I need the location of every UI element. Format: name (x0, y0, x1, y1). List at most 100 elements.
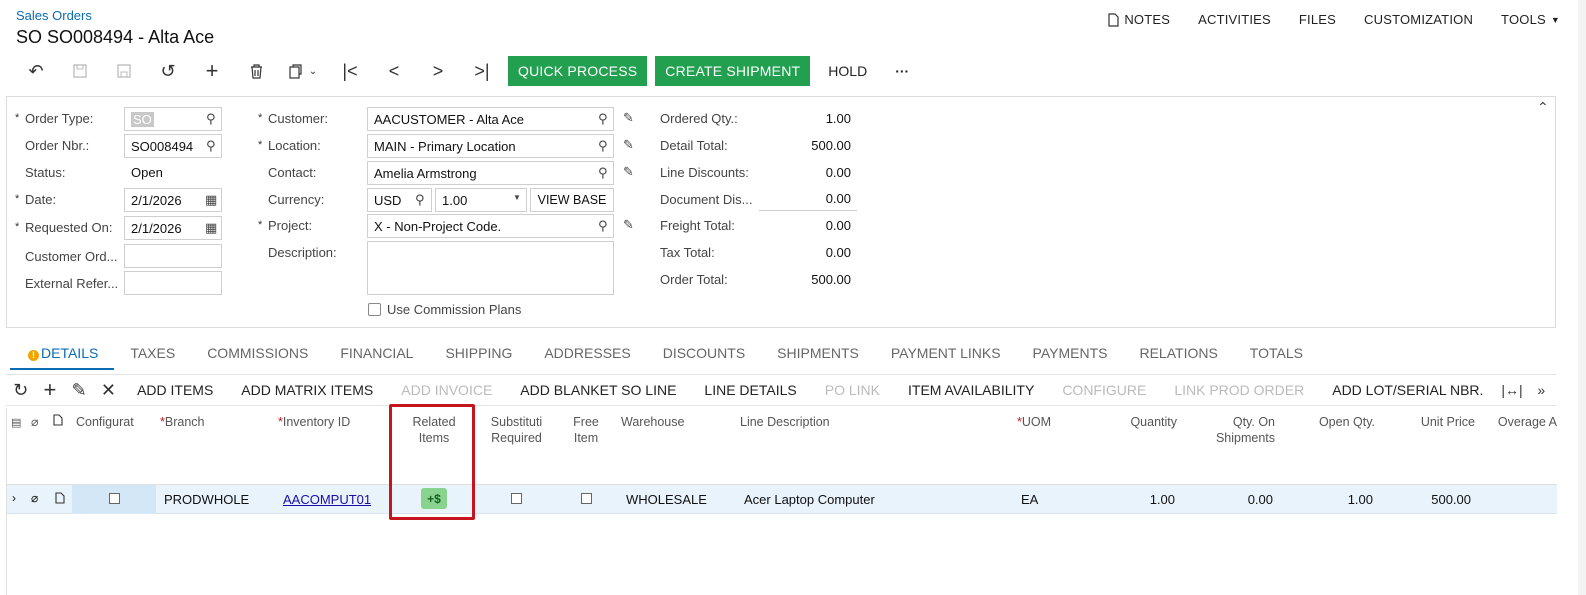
grid-toolbar: ↻ + ✎ ✕ ADD ITEMS ADD MATRIX ITEMS ADD I… (6, 374, 1556, 406)
substitution-required-checkbox[interactable] (511, 493, 522, 504)
add-icon[interactable]: + (190, 56, 234, 86)
warehouse-header[interactable]: Warehouse (617, 408, 736, 485)
add-lot-serial-button[interactable]: ADD LOT/SERIAL NBR. (1318, 382, 1497, 398)
tab-details[interactable]: ! DETAILS (10, 340, 115, 370)
calendar-icon[interactable]: ▦ (205, 220, 217, 236)
tools-menu[interactable]: TOOLS ▼ (1501, 12, 1560, 27)
project-field[interactable]: X - Non-Project Code. (367, 214, 614, 238)
fit-columns-icon[interactable]: |↔| (1497, 382, 1526, 398)
paperclip-icon[interactable]: ⌀ (31, 491, 38, 505)
tab-addresses[interactable]: ADDRESSES (528, 340, 646, 370)
edit-icon[interactable]: ✎ (623, 110, 634, 126)
uom-header[interactable]: *UOM (1013, 408, 1084, 485)
location-field[interactable]: MAIN - Primary Location (367, 134, 614, 158)
search-icon[interactable]: ⚲ (598, 165, 608, 181)
save-icon[interactable] (102, 56, 146, 86)
overage-header[interactable]: Overage A (1481, 408, 1557, 485)
grid-settings-icon[interactable]: ▤ (11, 417, 21, 429)
edit-icon[interactable]: ✎ (623, 217, 634, 233)
collapse-icon[interactable]: ⌃ (1537, 99, 1549, 116)
po-link-button[interactable]: PO LINK (811, 382, 894, 398)
item-availability-button[interactable]: ITEM AVAILABILITY (894, 382, 1048, 398)
use-commission-checkbox[interactable] (368, 303, 381, 316)
summary-panel: ⌃ * Order Type: SO ⚲ Order Nbr.: SO00849… (6, 96, 1556, 328)
tab-shipments[interactable]: SHIPMENTS (761, 340, 875, 370)
add-blanket-so-line-button[interactable]: ADD BLANKET SO LINE (506, 382, 690, 398)
hold-button[interactable]: HOLD (814, 56, 881, 86)
inventory-id-link[interactable]: AACOMPUT01 (283, 492, 371, 507)
configure-button[interactable]: CONFIGURE (1048, 382, 1160, 398)
tab-totals[interactable]: TOTALS (1234, 340, 1319, 370)
search-icon[interactable]: ⚲ (598, 138, 608, 154)
quick-process-button[interactable]: QUICK PROCESS (508, 56, 648, 86)
more-button[interactable]: ··· (881, 56, 923, 86)
search-icon[interactable]: ⚲ (598, 218, 608, 234)
tab-commissions[interactable]: COMMISSIONS (191, 340, 324, 370)
tab-payments[interactable]: PAYMENTS (1017, 340, 1124, 370)
tab-shipping[interactable]: SHIPPING (429, 340, 528, 370)
tab-discounts[interactable]: DISCOUNTS (647, 340, 761, 370)
back-icon[interactable]: ↶ (14, 56, 58, 86)
customization-link[interactable]: CUSTOMIZATION (1364, 12, 1473, 27)
substitution-required-header[interactable]: Substituti Required (478, 408, 555, 485)
search-icon[interactable]: ⚲ (206, 138, 216, 154)
edit-icon[interactable]: ✎ (623, 137, 634, 153)
branch-header[interactable]: *Branch (156, 408, 274, 485)
inventory-id-header[interactable]: *Inventory ID (274, 408, 390, 485)
last-record-icon[interactable]: >| (460, 56, 504, 86)
search-icon[interactable]: ⚲ (206, 111, 216, 127)
edit-icon[interactable]: ✎ (623, 164, 634, 180)
add-items-button[interactable]: ADD ITEMS (123, 382, 227, 398)
undo-icon[interactable]: ↺ (146, 56, 190, 86)
line-details-button[interactable]: LINE DETAILS (690, 382, 810, 398)
save-close-icon[interactable] (58, 56, 102, 86)
notes-label: NOTES (1124, 12, 1171, 27)
view-base-button[interactable]: VIEW BASE (530, 188, 614, 212)
document-discount-field[interactable]: 0.00 (759, 187, 857, 211)
open-qty-header[interactable]: Open Qty. (1281, 408, 1381, 485)
external-ref-field[interactable] (124, 271, 222, 295)
tab-financial[interactable]: FINANCIAL (324, 340, 429, 370)
add-matrix-items-button[interactable]: ADD MATRIX ITEMS (227, 382, 387, 398)
add-invoice-button[interactable]: ADD INVOICE (387, 382, 506, 398)
delete-row-icon[interactable]: ✕ (94, 380, 123, 401)
edit-icon[interactable]: ✎ (65, 380, 94, 401)
customer-ord-field[interactable] (124, 244, 222, 268)
more-chevron-icon[interactable]: » (1527, 382, 1556, 398)
add-row-icon[interactable]: + (35, 377, 64, 403)
location-label: Location: (268, 138, 321, 153)
breadcrumb[interactable]: Sales Orders (16, 8, 92, 23)
detail-total-value: 500.00 (811, 138, 851, 153)
create-shipment-button[interactable]: CREATE SHIPMENT (655, 56, 811, 86)
tab-relations[interactable]: RELATIONS (1123, 340, 1233, 370)
description-field[interactable] (367, 241, 614, 295)
tab-payment-links[interactable]: PAYMENT LINKS (875, 340, 1017, 370)
files-link[interactable]: FILES (1299, 12, 1336, 27)
calendar-icon[interactable]: ▦ (205, 192, 217, 208)
delete-icon[interactable] (234, 56, 278, 86)
next-record-icon[interactable]: > (416, 56, 460, 86)
copy-paste-icon[interactable]: ⌄ (278, 56, 328, 86)
free-item-checkbox[interactable] (581, 493, 592, 504)
quantity-header[interactable]: Quantity (1084, 408, 1183, 485)
configurat-header[interactable]: Configurat (72, 408, 156, 485)
tab-taxes[interactable]: TAXES (114, 340, 191, 370)
previous-record-icon[interactable]: < (372, 56, 416, 86)
page-scrollbar[interactable] (1578, 0, 1586, 595)
link-prod-order-button[interactable]: LINK PROD ORDER (1160, 382, 1318, 398)
customer-field[interactable]: AACUSTOMER - Alta Ace (367, 107, 614, 131)
search-icon[interactable]: ⚲ (598, 111, 608, 127)
notes-link[interactable]: NOTES (1108, 12, 1170, 27)
contact-field[interactable]: Amelia Armstrong (367, 161, 614, 185)
qty-on-shipments-header[interactable]: Qty. On Shipments (1183, 408, 1281, 485)
first-record-icon[interactable]: |< (328, 56, 372, 86)
line-description-header[interactable]: Line Description (736, 408, 1013, 485)
search-icon[interactable]: ⚲ (415, 192, 425, 208)
unit-price-header[interactable]: Unit Price (1381, 408, 1481, 485)
expand-row-icon[interactable]: › (12, 491, 16, 505)
free-item-header[interactable]: Free Item (555, 408, 617, 485)
configurat-checkbox[interactable] (109, 493, 120, 504)
activities-link[interactable]: ACTIVITIES (1198, 12, 1271, 27)
document-icon[interactable] (55, 492, 65, 507)
refresh-icon[interactable]: ↻ (6, 380, 35, 401)
